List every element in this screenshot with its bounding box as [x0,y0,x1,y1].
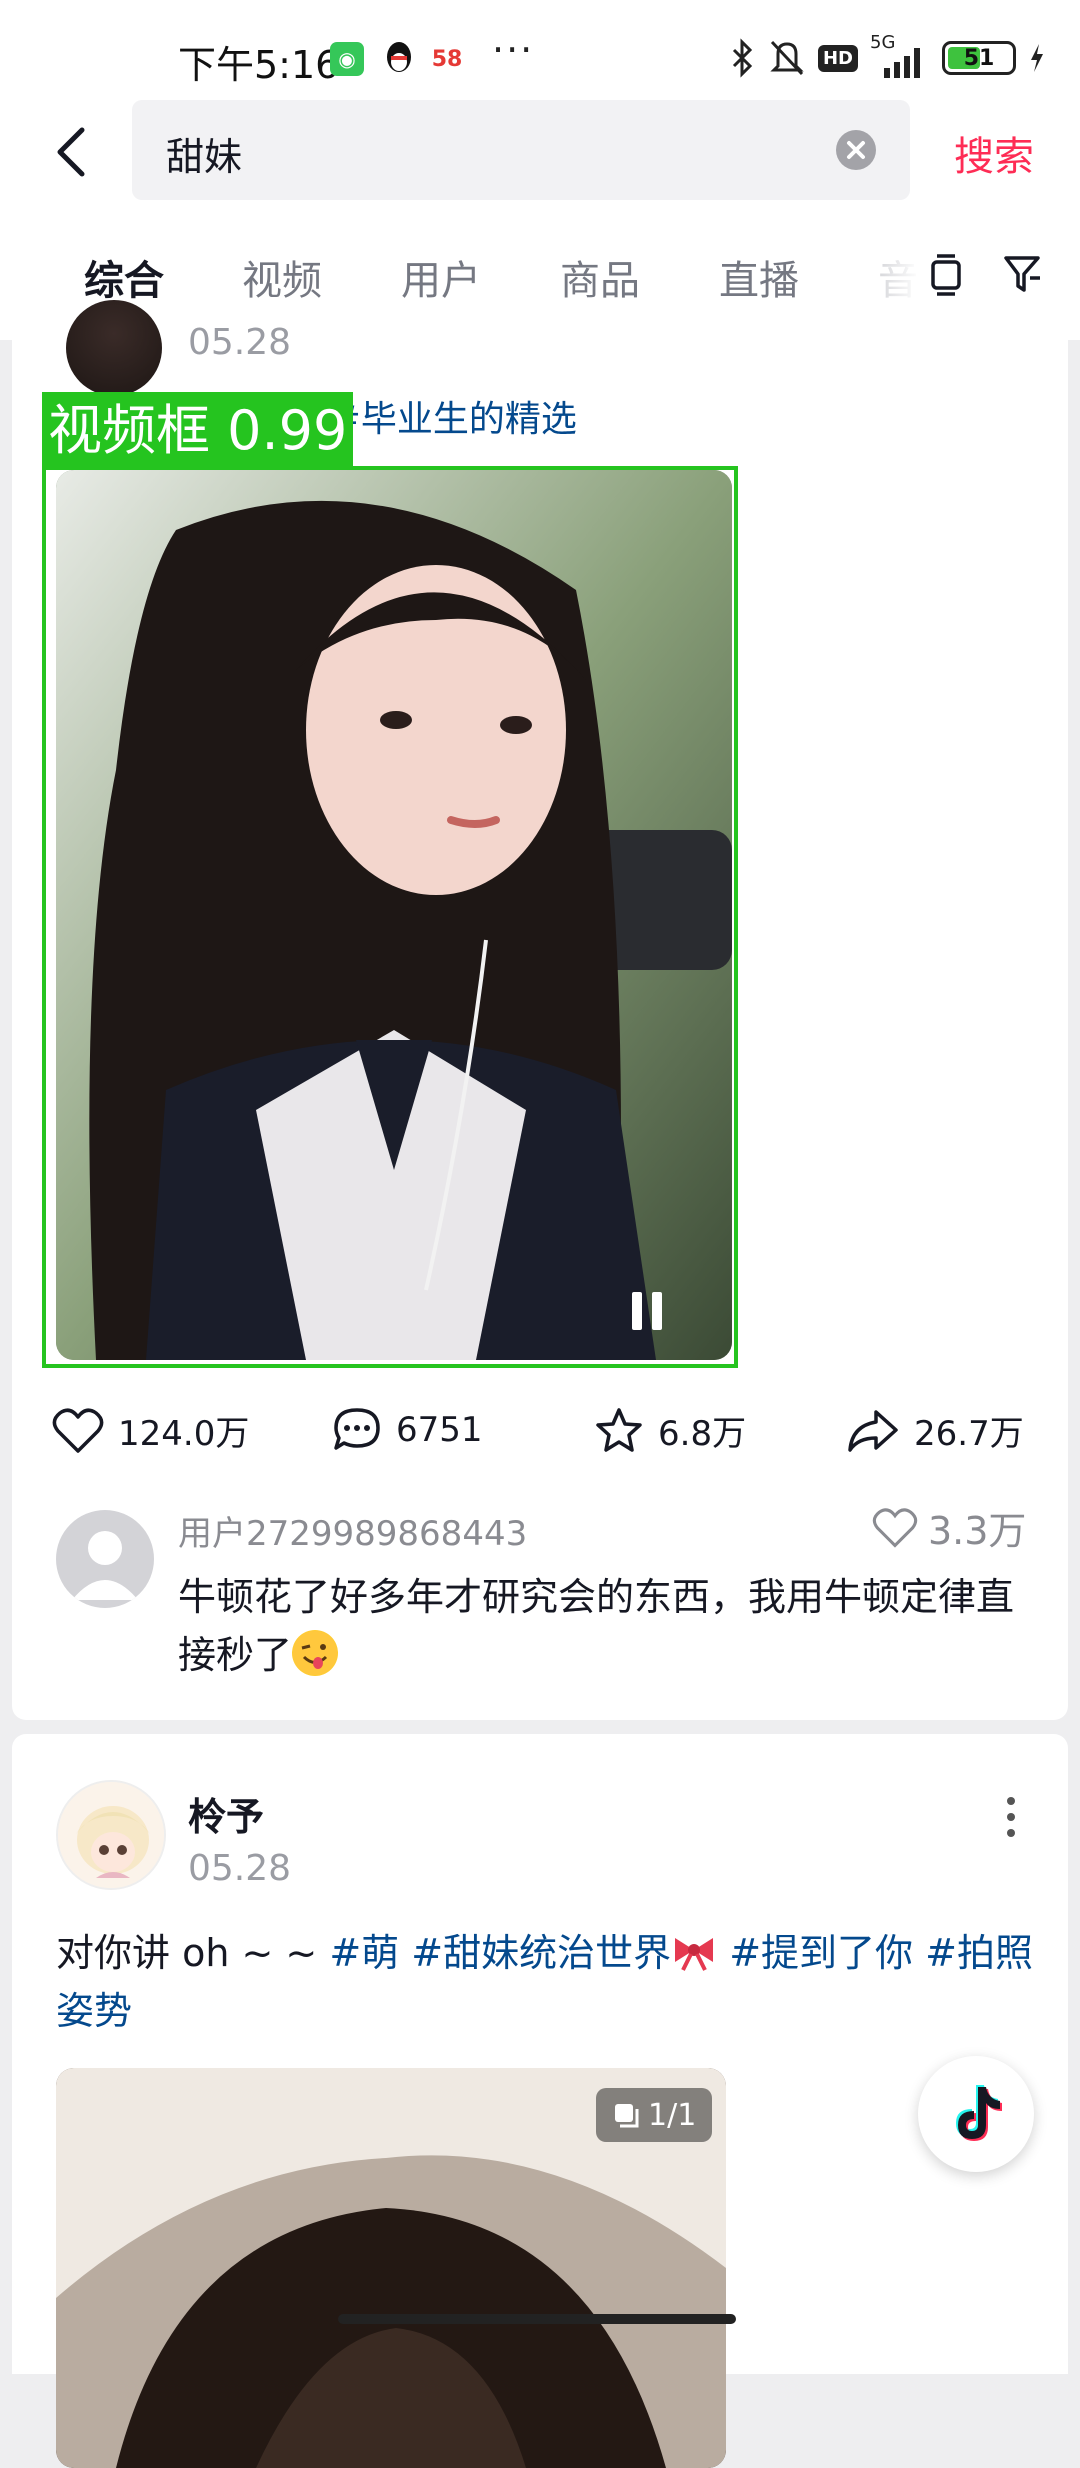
chevron-left-icon [57,127,85,177]
share-icon [848,1409,898,1452]
tab-users[interactable]: 用户 [401,248,481,306]
tabs-fade [860,230,920,340]
charging-icon [1031,44,1043,72]
post-card-1[interactable]: 05.28 妹 #校园 #校服 #毕业生的精选 视频框 0.99 124 [12,300,1068,1720]
post-caption: 对你讲 oh ~ ~ #萌 #甜妹统治世界 #提到了你 #拍照姿势 [56,1924,1046,2040]
post-date: 05.28 [188,322,292,363]
signal-icon: 5G [870,32,930,78]
search-header: 甜妹 搜索 [0,100,1080,230]
comment-button[interactable]: 6751 [332,1406,483,1454]
image-count-badge: 1/1 [596,2088,713,2142]
close-icon [847,141,865,159]
bluetooth-icon [732,38,753,78]
more-notifications-icon: ··· [492,28,535,72]
commenter-avatar[interactable] [56,1510,154,1608]
heart-icon [52,1408,104,1453]
tab-comprehensive[interactable]: 综合 [84,248,164,306]
layout-toggle-button[interactable] [928,252,964,300]
post-date: 05.28 [188,1848,292,1889]
battery-level: 51 [963,45,995,71]
default-avatar-icon [72,1531,138,1600]
more-options-button[interactable] [1006,1796,1016,1842]
commenter-name[interactable]: 用户2729989868443 [178,1506,527,1555]
mute-bell-icon [770,40,804,76]
author-avatar[interactable] [56,1780,166,1890]
comment-like-button[interactable]: 3.3万 [872,1500,1026,1555]
stack-icon [931,254,961,296]
caption-text: 对你讲 oh ~ ~ [56,1931,330,1975]
status-bar: 下午5:16 ◉ 58 ··· HD 5G 51 [0,0,1080,100]
favorite-count: 6.8万 [658,1414,747,1454]
tab-products[interactable]: 商品 [560,248,640,306]
search-tabs: 综合 视频 用户 商品 直播 音 [0,230,1080,340]
clear-search-button[interactable] [836,130,876,170]
author-name[interactable]: 柃予 [188,1786,264,1841]
like-count: 124.0万 [118,1414,250,1454]
anime-avatar-image [58,1782,164,1888]
detection-box [42,466,738,1368]
hashtag[interactable]: #提到了你 [729,1931,913,1975]
hashtag[interactable]: #甜妹统治世界 [411,1931,671,1975]
favorite-button[interactable]: 6.8万 [594,1406,746,1455]
app-58-icon: 58 [430,42,464,76]
share-count: 26.7万 [914,1414,1024,1454]
home-indicator[interactable] [338,2314,736,2324]
image-count: 1/1 [648,2097,697,2133]
ribbon-emoji-icon [671,1930,717,1971]
hashtag[interactable]: #萌 [329,1931,399,1975]
detection-label: 视频框 0.99 [42,392,354,470]
filter-button[interactable] [1002,252,1042,300]
search-button[interactable]: 搜索 [954,124,1034,182]
author-avatar[interactable] [66,300,162,396]
like-button[interactable]: 124.0万 [52,1406,249,1455]
comment-count: 6751 [396,1410,483,1450]
comment-like-count: 3.3万 [928,1509,1027,1553]
comment-icon [334,1408,380,1450]
battery-icon: 51 [942,41,1016,75]
back-button[interactable] [44,122,104,182]
tab-videos[interactable]: 视频 [242,248,322,306]
gallery-icon [615,2104,639,2128]
douyin-floating-button[interactable] [918,2056,1034,2172]
douyin-logo-icon [956,2085,1002,2141]
tab-live[interactable]: 直播 [719,248,799,306]
qq-icon [382,40,416,78]
hd-badge: HD [817,44,858,72]
post-card-2[interactable]: 柃予 05.28 对你讲 oh ~ ~ #萌 #甜妹统治世界 #提到了你 #拍照… [12,1734,1068,2468]
search-input[interactable]: 甜妹 [132,100,910,200]
share-button[interactable]: 26.7万 [846,1406,1024,1455]
wink-tongue-emoji-icon [292,1630,339,1676]
star-icon [596,1407,642,1452]
heart-icon [872,1507,918,1548]
more-vertical-icon [1007,1797,1015,1837]
comment-text: 牛顿花了好多年才研究会的东西，我用牛顿定律直接秒了 [178,1568,1028,1684]
search-query: 甜妹 [166,135,243,179]
wechat-mini-icon: ◉ [330,42,364,76]
filter-icon [1004,256,1040,292]
post-actions: 124.0万 6751 6.8万 26.7万 [12,1398,1068,1468]
status-indicators: HD 5G 51 [730,32,1046,78]
status-time: 下午5:16 [178,43,340,87]
